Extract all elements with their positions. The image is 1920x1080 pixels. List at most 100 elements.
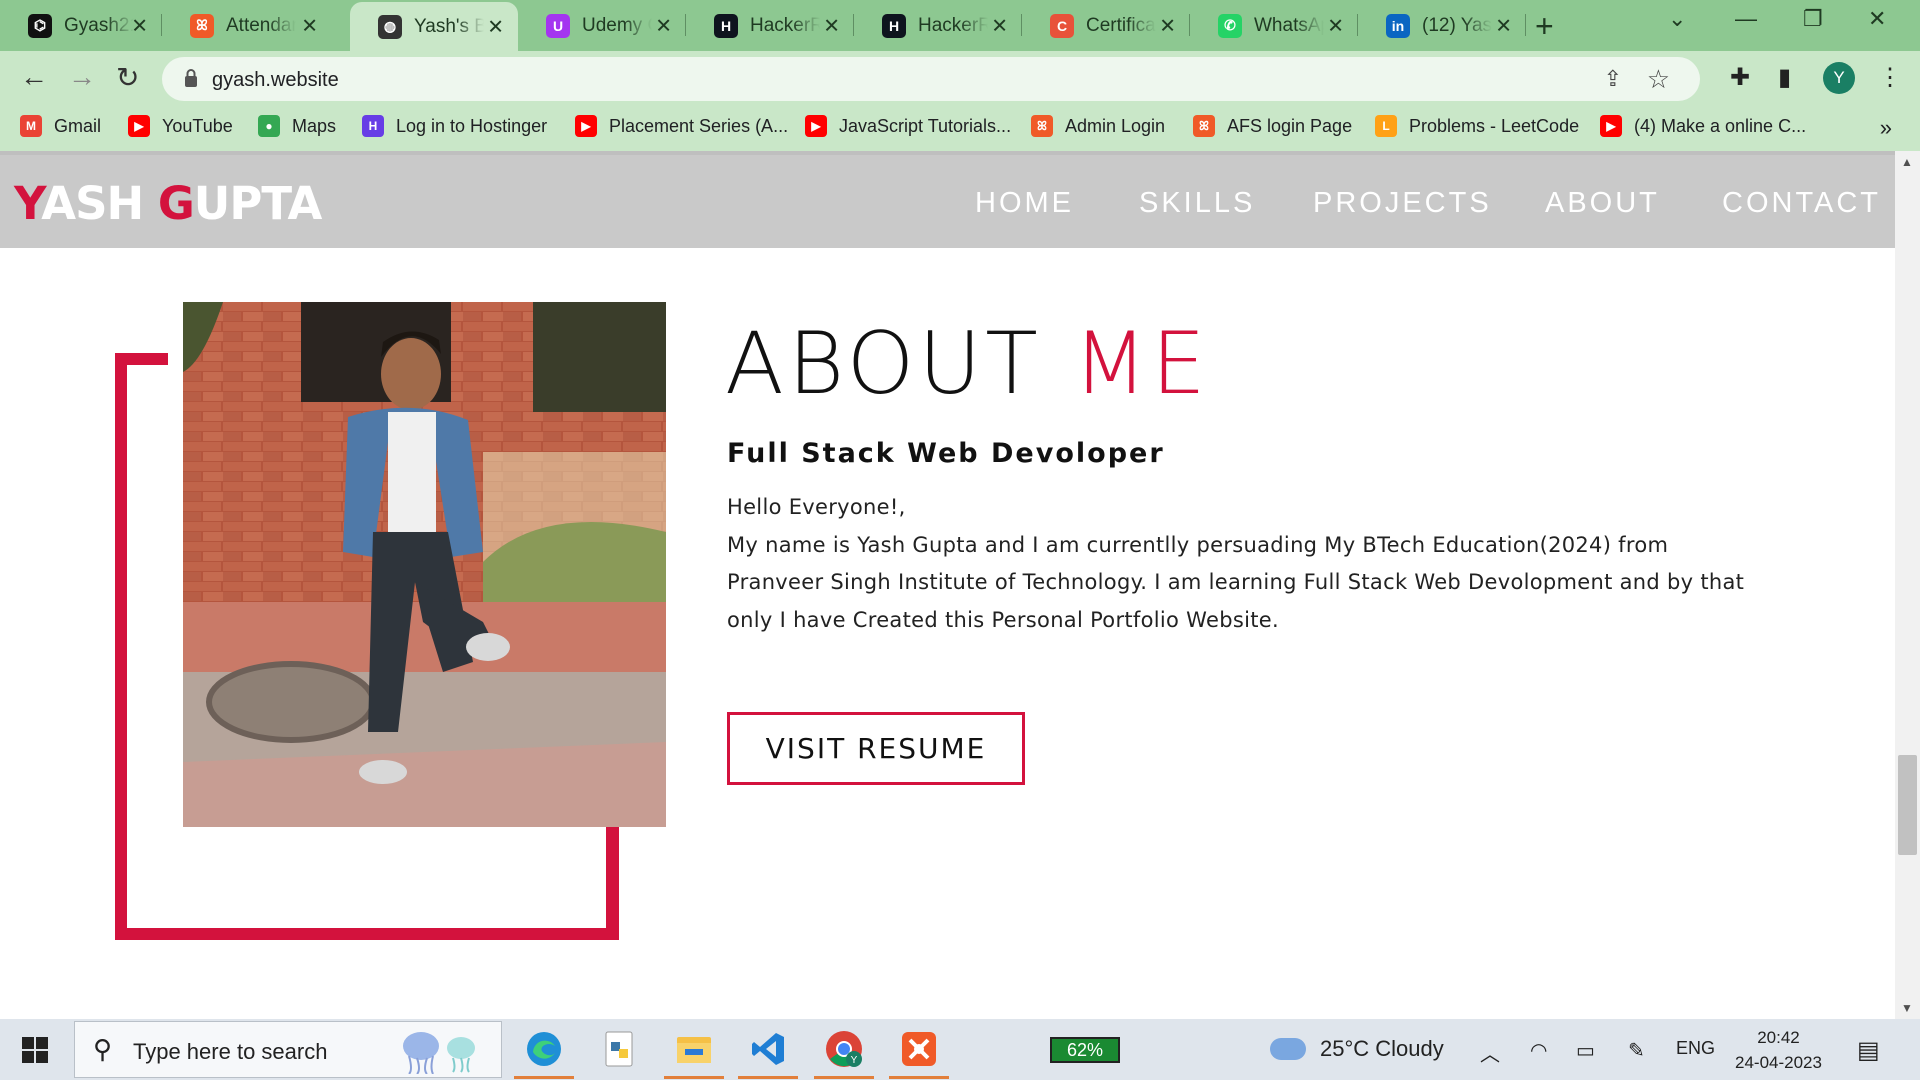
taskbar-search-box[interactable]: ⚲ Type here to search — [74, 1021, 502, 1078]
close-tab-icon[interactable]: ✕ — [487, 14, 504, 39]
battery-icon[interactable]: ▭ — [1576, 1038, 1595, 1063]
pen-icon[interactable]: ✎ — [1628, 1038, 1645, 1063]
about-heading-main: ABOUT — [725, 314, 1074, 414]
tab-search-icon[interactable]: ⌄ — [1668, 6, 1686, 32]
bookmark-item[interactable]: H Log in to Hostinger — [362, 115, 547, 137]
nav-projects[interactable]: PROJECTS — [1313, 187, 1492, 220]
browser-tab[interactable]: ⌬ Gyash21 ✕ — [0, 0, 162, 51]
frame-top-bar — [115, 353, 168, 365]
logo-accent-y: Y — [14, 177, 42, 230]
tab-label: Gyash21 — [64, 14, 134, 36]
site-logo[interactable]: YASH GUPTA — [14, 177, 322, 230]
close-tab-icon[interactable]: ✕ — [655, 13, 672, 38]
nav-skills[interactable]: SKILLS — [1139, 187, 1255, 220]
python-file-icon[interactable] — [598, 1027, 642, 1071]
udemy-icon: U — [546, 13, 570, 38]
restore-button[interactable]: ❐ — [1803, 6, 1823, 32]
reload-icon[interactable]: ↻ — [116, 61, 139, 94]
close-tab-icon[interactable]: ✕ — [131, 13, 148, 38]
menu-icon[interactable]: ⋮ — [1878, 63, 1902, 92]
page-scrollbar[interactable]: ▲ ▼ — [1895, 151, 1920, 1019]
bookmark-item[interactable]: ▶ Placement Series (A... — [575, 115, 788, 137]
browser-tab[interactable]: U Udemy C✕ — [518, 0, 686, 51]
close-window-button[interactable]: ✕ — [1868, 6, 1886, 32]
xampp-icon: ꕤ — [1193, 115, 1215, 137]
browser-tab[interactable]: H HackerR ✕ — [686, 0, 854, 51]
nav-home[interactable]: HOME — [975, 187, 1074, 220]
browser-tab[interactable]: H HackerR ✕ — [854, 0, 1022, 51]
bookmark-item[interactable]: ● Maps — [258, 115, 336, 137]
bookmark-star-icon[interactable]: ☆ — [1647, 64, 1670, 95]
chrome-icon[interactable]: Y — [814, 1027, 874, 1079]
page-viewport: YASH GUPTA HOME SKILLS PROJECTS ABOUT CO… — [0, 151, 1920, 1019]
gmail-icon: M — [20, 115, 42, 137]
visit-resume-button[interactable]: VISIT RESUME — [727, 712, 1025, 785]
close-tab-icon[interactable]: ✕ — [823, 13, 840, 38]
bookmark-label: JavaScript Tutorials... — [839, 115, 1012, 136]
address-bar[interactable]: gyash.website ⇪ ☆ — [162, 57, 1700, 101]
nav-about[interactable]: ABOUT — [1545, 187, 1660, 220]
bookmark-item[interactable]: ▶ (4) Make a online C... — [1600, 115, 1806, 137]
bookmarks-bar: M Gmail ▶ YouTube ● Maps H Log in to Hostinger ▶… — [0, 105, 1920, 151]
close-tab-icon[interactable]: ✕ — [1495, 13, 1512, 38]
profile-photo — [183, 302, 666, 827]
extensions-icon[interactable]: ✚ — [1730, 63, 1750, 92]
close-tab-icon[interactable]: ✕ — [1327, 13, 1344, 38]
edge-icon[interactable] — [514, 1027, 574, 1079]
show-hidden-icons-icon[interactable]: ︿ — [1480, 1038, 1500, 1067]
browser-tabstrip: ⌬Gyash21✕ꕤAttendan✕◍Yash's Bl✕UUdemy C✕H… — [0, 0, 1920, 51]
bookmark-label: Log in to Hostinger — [396, 115, 548, 136]
browser-tab[interactable]: ꕤ Attendan ✕ — [162, 0, 332, 51]
share-icon[interactable]: ⇪ — [1604, 66, 1622, 92]
forward-icon[interactable]: → — [68, 61, 96, 93]
wifi-icon[interactable]: ◠ — [1530, 1038, 1547, 1063]
bookmark-item[interactable]: ꕤ Admin Login — [1031, 115, 1165, 137]
language-indicator[interactable]: ENG — [1676, 1038, 1715, 1059]
back-icon[interactable]: ← — [20, 61, 48, 93]
browser-tab[interactable]: C Certificat ✕ — [1022, 0, 1190, 51]
bookmark-item[interactable]: L Problems - LeetCode — [1375, 115, 1579, 137]
browser-tab[interactable]: ◍ Yash's Bl ✕ — [350, 2, 518, 51]
search-placeholder: Type here to search — [133, 1039, 328, 1064]
bookmark-item[interactable]: ▶ YouTube — [128, 115, 233, 137]
tab-label: Attendan — [226, 14, 296, 36]
scrollbar-thumb[interactable] — [1898, 755, 1917, 855]
weather-widget[interactable]: 25°C Cloudy — [1270, 1036, 1444, 1062]
scroll-up-icon[interactable]: ▲ — [1901, 155, 1913, 169]
close-tab-icon[interactable]: ✕ — [1159, 13, 1176, 38]
bookmark-item[interactable]: ꕤ AFS login Page — [1193, 115, 1352, 137]
greeting-text: Hello Everyone!, — [727, 495, 906, 519]
bookmark-item[interactable]: M Gmail — [20, 115, 101, 137]
notifications-icon[interactable]: ▤ — [1857, 1036, 1880, 1065]
system-clock[interactable]: 20:42 24-04-2023 — [1735, 1025, 1822, 1075]
close-tab-icon[interactable]: ✕ — [301, 13, 318, 38]
windows-start-icon[interactable] — [22, 1037, 48, 1063]
browser-tab[interactable]: in (12) Yash✕ — [1358, 0, 1526, 51]
clock-time: 20:42 — [1757, 1028, 1800, 1047]
windows-taskbar: ⚲ Type here to search Y 62% 25°C Cloudy … — [0, 1019, 1920, 1080]
xampp-icon[interactable] — [889, 1027, 949, 1079]
file-explorer-icon[interactable] — [664, 1027, 724, 1079]
browser-tab[interactable]: ✆ WhatsAp ✕ — [1190, 0, 1358, 51]
url-text: gyash.website — [212, 69, 339, 91]
more-bookmarks-icon[interactable]: » — [1880, 115, 1892, 141]
tab-label: Yash's Bl — [414, 15, 484, 37]
minimize-button[interactable]: — — [1735, 6, 1757, 32]
vscode-icon[interactable] — [738, 1027, 798, 1079]
battery-percent-widget[interactable]: 62% — [1050, 1037, 1120, 1063]
nav-contact[interactable]: CONTACT — [1722, 187, 1881, 220]
profile-avatar[interactable]: Y — [1823, 62, 1855, 94]
bookmark-label: (4) Make a online C... — [1634, 115, 1807, 136]
tab-label: Udemy C — [582, 14, 652, 36]
bookmark-label: Maps — [292, 115, 337, 136]
bio-text: Hello Everyone!, My name is Yash Gupta a… — [727, 489, 1767, 639]
bookmark-label: Problems - LeetCode — [1409, 115, 1580, 136]
tab-label: Certificat — [1086, 14, 1156, 36]
linkedin-icon: in — [1386, 13, 1410, 38]
close-tab-icon[interactable]: ✕ — [991, 13, 1008, 38]
new-tab-button[interactable]: + — [1535, 8, 1554, 45]
bookmark-item[interactable]: ▶ JavaScript Tutorials... — [805, 115, 1011, 137]
svg-text:Y: Y — [851, 1055, 858, 1066]
scroll-down-icon[interactable]: ▼ — [1901, 1001, 1913, 1015]
side-panel-icon[interactable]: ▮ — [1778, 63, 1791, 92]
